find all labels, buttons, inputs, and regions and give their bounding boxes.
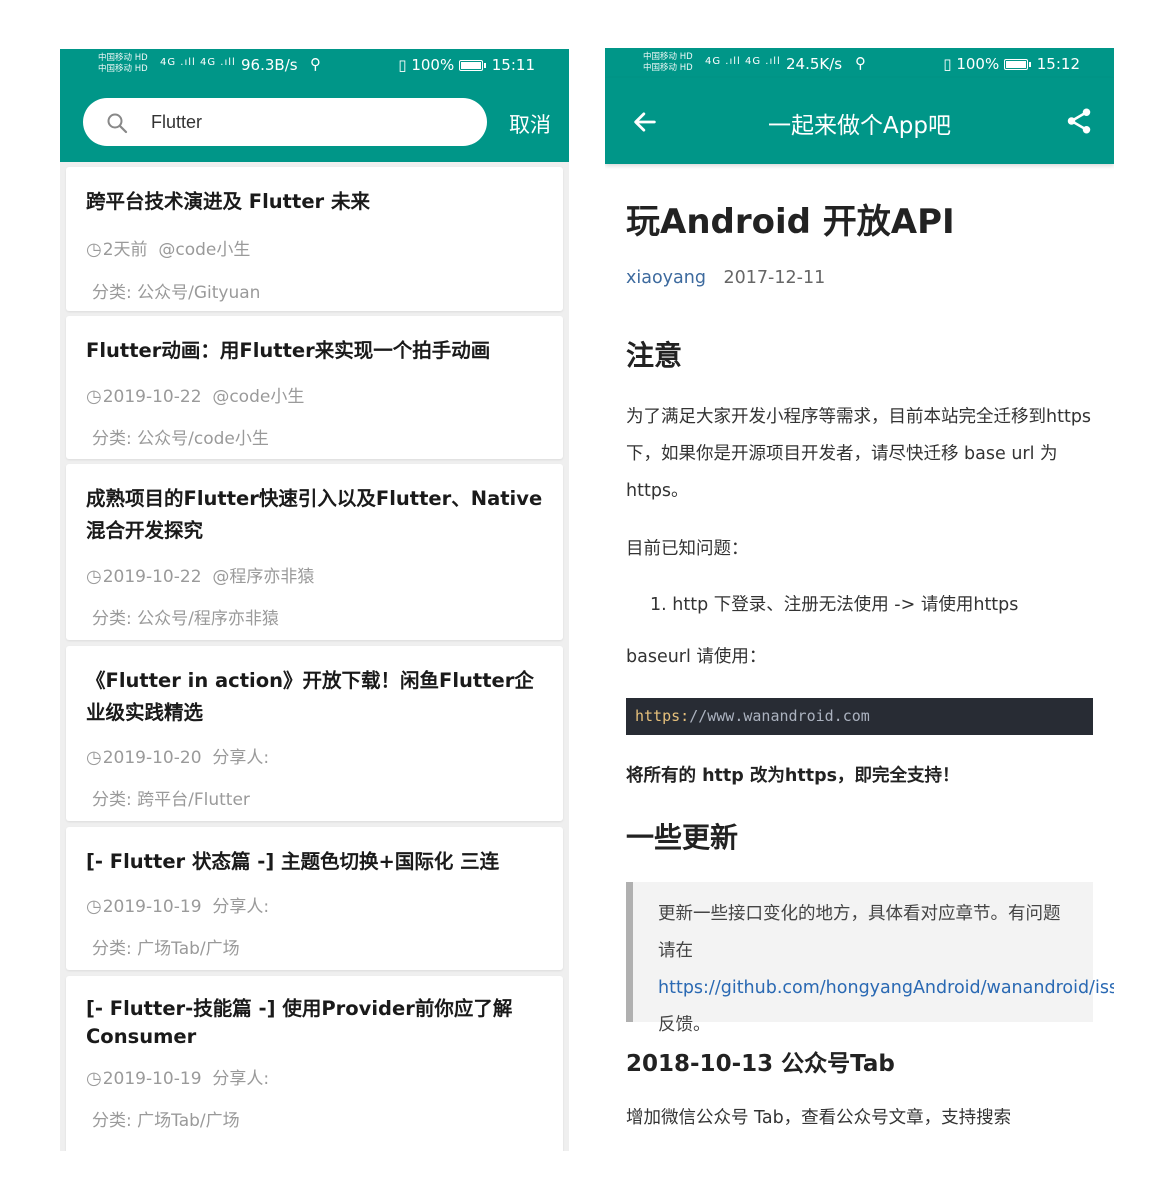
clock-icon: ◷ xyxy=(86,1068,102,1089)
article-category: 分类: 公众号/code小生 xyxy=(92,429,269,449)
carrier-label: 中国移动 HD xyxy=(643,52,693,62)
share-icon[interactable] xyxy=(1064,106,1094,136)
article-time: 2019-10-22 xyxy=(102,387,202,407)
status-right: ▯ 100% 15:11 xyxy=(398,56,535,74)
search-icon xyxy=(107,113,128,134)
status-right: ▯ 100% 15:12 xyxy=(943,55,1080,73)
article-meta: ◷2019-10-22 @code小生 xyxy=(86,382,304,407)
battery-percent: 100% xyxy=(956,55,1000,73)
carrier-label: 中国移动 HD xyxy=(98,64,148,74)
cancel-button[interactable]: 取消 xyxy=(509,109,551,139)
status-bar: 中国移动 HD 中国移动 HD 4G .ıll 4G .ıll 96.3B/s … xyxy=(60,49,569,79)
clock-icon: ◷ xyxy=(86,747,102,768)
article-title: 跨平台技术演进及 Flutter 未来 xyxy=(86,190,370,213)
network-speed: 96.3B/s xyxy=(241,56,298,74)
article-author: @code小生 xyxy=(158,240,251,260)
article-time: 2019-10-19 xyxy=(102,897,202,917)
search-toolbar: 取消 xyxy=(60,79,569,162)
article-card[interactable]: [- Flutter 状态篇 -] 主题色切换+国际化 三连 ◷2019-10-… xyxy=(66,827,563,970)
page-title: 一起来做个App吧 xyxy=(768,113,951,139)
bold-statement: 将所有的 http 改为https，即完全支持！ xyxy=(626,766,960,786)
article-author: 分享人: xyxy=(212,748,270,768)
paragraph: 目前已知问题： xyxy=(626,539,749,559)
article-category: 分类: 公众号/程序亦非猿 xyxy=(92,609,279,629)
clock-icon: ◷ xyxy=(86,566,102,587)
battery-icon xyxy=(1003,59,1031,70)
signal-icon: 4G .ıll 4G .ıll xyxy=(705,56,781,67)
section-heading: 注意 xyxy=(626,339,683,372)
article-title: 《Flutter in action》开放下载！闲鱼Flutter企业级实践精选 xyxy=(86,669,534,724)
code-url: //www.wanandroid.com xyxy=(689,707,870,725)
signal-icon: 4G .ıll 4G .ıll xyxy=(160,57,236,68)
right-phone-screen: 中国移动 HD 中国移动 HD 4G .ıll 4G .ıll 24.5K/s … xyxy=(605,48,1114,1151)
section-heading: 2018-10-13 公众号Tab xyxy=(626,1051,895,1077)
article-card[interactable]: 跨平台技术演进及 Flutter 未来 ◷2天前 @code小生 分类: 公众号… xyxy=(66,167,563,311)
article-category: 分类: 公众号/Gityuan xyxy=(92,283,261,303)
network-speed: 24.5K/s xyxy=(786,55,843,73)
left-phone-screen: 中国移动 HD 中国移动 HD 4G .ıll 4G .ıll 96.3B/s … xyxy=(60,49,569,1151)
quote-text: 反馈。 xyxy=(658,1015,711,1035)
article-time: 2019-10-22 xyxy=(102,567,202,587)
search-box[interactable] xyxy=(83,98,487,146)
carrier-label: 中国移动 HD xyxy=(98,53,148,63)
article-author: @程序亦非猿 xyxy=(212,567,315,587)
article-category: 分类: 广场Tab/广场 xyxy=(92,939,240,959)
search-input[interactable] xyxy=(151,106,471,138)
section-heading: 一些更新 xyxy=(626,821,739,854)
article-meta: ◷2019-10-19 分享人: xyxy=(86,892,269,917)
article-time: 2019-10-19 xyxy=(102,1069,202,1089)
carrier-label: 中国移动 HD xyxy=(643,63,693,73)
vibrate-icon: ▯ xyxy=(943,55,952,73)
article-title: 成熟项目的Flutter快速引入以及Flutter、Native混合开发探究 xyxy=(86,487,543,542)
article-title: Flutter动画：用Flutter来实现一个拍手动画 xyxy=(86,339,491,362)
author-link[interactable]: xiaoyang xyxy=(626,268,706,288)
paragraph: baseurl 请使用： xyxy=(626,647,767,667)
battery-percent: 100% xyxy=(411,56,455,74)
article-author: 分享人: xyxy=(212,897,270,917)
vibrate-icon: ▯ xyxy=(398,56,407,74)
article-meta: xiaoyang 2017-12-11 xyxy=(626,268,825,288)
article-title: 玩Android 开放API xyxy=(626,202,955,242)
blockquote: 更新一些接口变化的地方，具体看对应章节。有问题请在 https://github.… xyxy=(626,882,1114,1035)
article-meta: ◷2019-10-22 @程序亦非猿 xyxy=(86,562,314,587)
battery-icon xyxy=(458,60,486,71)
paragraph: 增加微信公众号 Tab，查看公众号文章，支持搜索 xyxy=(626,1108,1012,1128)
clock-icon: ◷ xyxy=(86,896,102,917)
article-date: 2017-12-11 xyxy=(723,268,826,288)
quote-text: 更新一些接口变化的地方，具体看对应章节。有问题请在 xyxy=(658,904,1061,961)
article-title: [- Flutter 状态篇 -] 主题色切换+国际化 三连 xyxy=(86,850,500,873)
carrier-labels: 中国移动 HD 中国移动 HD xyxy=(98,53,148,75)
usb-icon: ⚲ xyxy=(855,54,866,72)
clock-time: 15:12 xyxy=(1036,55,1080,73)
article-category: 分类: 广场Tab/广场 xyxy=(92,1111,240,1131)
clock-icon: ◷ xyxy=(86,386,102,407)
article-author: @code小生 xyxy=(212,387,305,407)
list-item: 1. http 下登录、注册无法使用 -> 请使用https xyxy=(650,595,1019,615)
usb-icon: ⚲ xyxy=(310,55,321,73)
article-card[interactable]: 《Flutter in action》开放下载！闲鱼Flutter企业级实践精选… xyxy=(66,646,563,821)
article-meta: ◷2天前 @code小生 xyxy=(86,235,250,260)
article-card[interactable]: Flutter动画：用Flutter来实现一个拍手动画 ◷2019-10-22 … xyxy=(66,316,563,459)
article-card[interactable]: 成熟项目的Flutter快速引入以及Flutter、Native混合开发探究 ◷… xyxy=(66,464,563,640)
article-title: [- Flutter-技能篇 -] 使用Provider前你应了解Consume… xyxy=(86,997,513,1048)
article-time: 2019-10-20 xyxy=(102,748,202,768)
article-author: 分享人: xyxy=(212,1069,270,1089)
app-bar: 一起来做个App吧 xyxy=(605,78,1114,164)
article-category: 分类: 跨平台/Flutter xyxy=(92,790,250,810)
code-protocol: https: xyxy=(635,707,690,725)
paragraph: 为了满足大家开发小程序等需求，目前本站完全迁移到https下，如果你是开源项目开… xyxy=(626,407,1092,501)
issues-link[interactable]: https://github.com/hongyangAndroid/wanan… xyxy=(658,978,1114,998)
carrier-labels: 中国移动 HD 中国移动 HD xyxy=(643,52,693,74)
clock-icon: ◷ xyxy=(86,239,102,260)
clock-time: 15:11 xyxy=(491,56,535,74)
article-time: 2天前 xyxy=(102,240,148,260)
article-meta: ◷2019-10-20 分享人: xyxy=(86,743,269,768)
code-block: https://www.wanandroid.com xyxy=(626,698,1093,735)
article-card[interactable]: [- Flutter-技能篇 -] 使用Provider前你应了解Consume… xyxy=(66,976,563,1151)
article-meta: ◷2019-10-19 分享人: xyxy=(86,1064,269,1089)
status-bar: 中国移动 HD 中国移动 HD 4G .ıll 4G .ıll 24.5K/s … xyxy=(605,48,1114,78)
